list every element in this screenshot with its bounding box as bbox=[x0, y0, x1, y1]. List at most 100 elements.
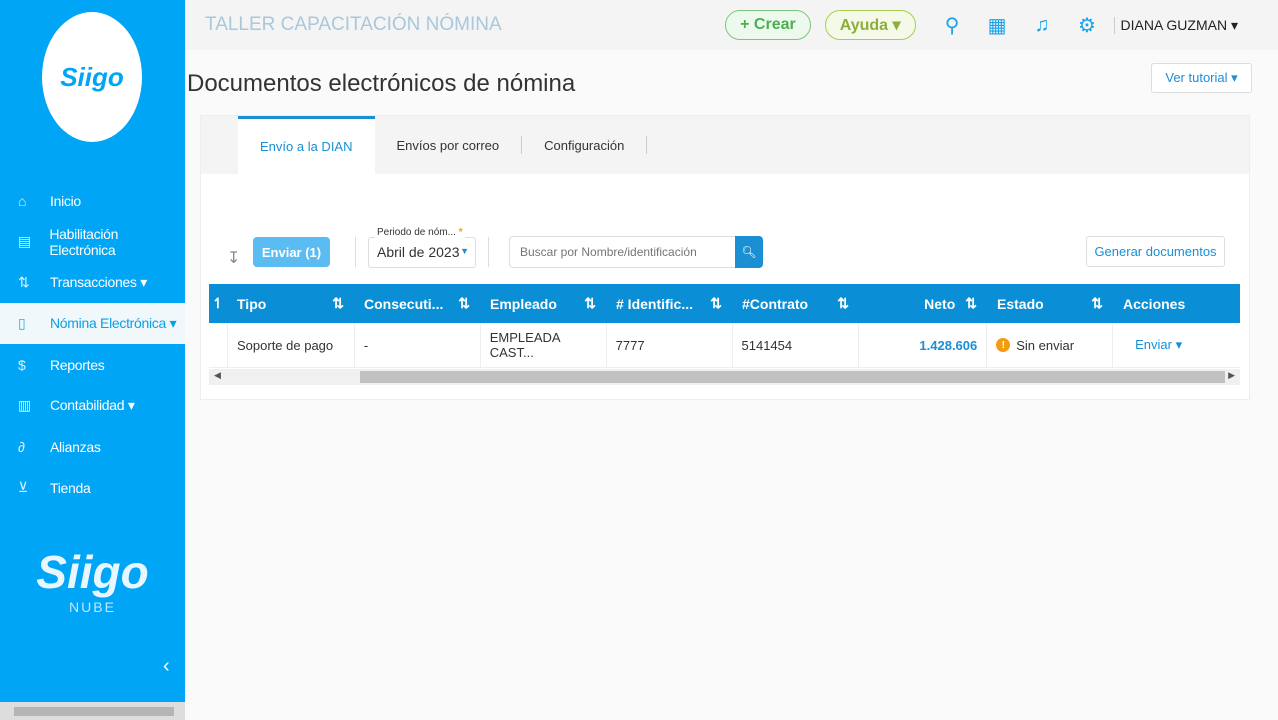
accounting-icon: ▥ bbox=[18, 397, 31, 413]
tutorial-button[interactable]: Ver tutorial ▾ bbox=[1151, 63, 1252, 93]
dollar-icon: $ bbox=[18, 356, 26, 373]
sidebar-item-contabilidad[interactable]: ▥ Contabilidad ▾ bbox=[0, 385, 185, 426]
sidebar-item-label: Tienda bbox=[50, 479, 91, 496]
search-icon[interactable]: ⚲ bbox=[930, 13, 975, 38]
send-button[interactable]: Enviar (1) bbox=[253, 237, 330, 267]
bell-icon[interactable]: ♫ bbox=[1020, 14, 1065, 37]
period-select[interactable]: Abril de 2023 ▼ bbox=[368, 237, 476, 268]
sort-icon[interactable]: ↧ bbox=[227, 248, 240, 268]
search-icon: 🔍︎ bbox=[741, 245, 757, 259]
sidebar-item-nomina[interactable]: ▯ Nómina Electrónica ▾ bbox=[0, 303, 185, 344]
period-label: Periodo de nóm... * bbox=[375, 227, 465, 238]
cell-empleado: EMPLEADA CAST... bbox=[481, 323, 607, 367]
column-neto[interactable]: Neto ⇅ bbox=[859, 284, 987, 323]
column-tipo[interactable]: Tipo ⇅ bbox=[227, 284, 354, 323]
sidebar-item-label: Inicio bbox=[50, 192, 81, 209]
help-button[interactable]: Ayuda ▾ bbox=[824, 10, 916, 40]
period-label-text: Periodo de nóm... bbox=[377, 227, 456, 238]
sort-icon[interactable]: ⇅ bbox=[584, 295, 596, 312]
warning-icon: ! bbox=[996, 338, 1011, 352]
column-empleado[interactable]: Empleado ⇅ bbox=[480, 284, 606, 323]
cell-spacer bbox=[209, 323, 228, 367]
table-header: ↿ Tipo ⇅ Consecuti... ⇅ Empleado ⇅ # Identi… bbox=[209, 284, 1240, 323]
sidebar-scrollbar[interactable] bbox=[0, 702, 185, 720]
sidebar-item-label: Contabilidad ▾ bbox=[50, 397, 135, 413]
sidebar-item-label: Habilitación Electrónica bbox=[49, 225, 119, 258]
topbar: TALLER CAPACITACIÓN NÓMINA + Crear Ayuda… bbox=[185, 0, 1278, 50]
sidebar-item-tienda[interactable]: ⊻ Tienda bbox=[0, 467, 185, 508]
status-text: Sin enviar bbox=[1016, 337, 1075, 353]
tab-divider bbox=[646, 136, 648, 154]
sort-icon[interactable]: ⇅ bbox=[332, 295, 344, 312]
siigo-logo[interactable]: Siigo bbox=[42, 12, 142, 142]
page-title: Documentos electrónicos de nómina bbox=[187, 70, 576, 97]
header-label: Acciones bbox=[1123, 295, 1186, 312]
sort-icon[interactable]: ⇅ bbox=[710, 295, 722, 312]
tab-envio-dian[interactable]: Envío a la DIAN bbox=[238, 116, 375, 174]
header-label: # Identific... bbox=[616, 295, 694, 312]
sidebar-item-label: Transacciones ▾ bbox=[50, 274, 147, 290]
create-button[interactable]: + Crear bbox=[725, 10, 811, 40]
scrollbar-thumb[interactable] bbox=[14, 707, 174, 716]
header-label: Consecuti... bbox=[364, 295, 444, 312]
sort-icon[interactable]: ⇅ bbox=[458, 295, 470, 312]
column-contrato[interactable]: #Contrato ⇅ bbox=[732, 284, 859, 323]
brand-name: Siigo bbox=[36, 546, 149, 598]
collapse-sidebar-icon[interactable]: ‹ bbox=[163, 655, 170, 678]
sidebar-item-habilitacion[interactable]: ▤ Habilitación Electrónica bbox=[0, 221, 185, 262]
sidebar-nav: ⌂ Inicio ▤ Habilitación Electrónica ⇅ Trans… bbox=[0, 180, 185, 508]
brand-sub: NUBE bbox=[69, 599, 116, 615]
divider bbox=[488, 237, 489, 267]
payroll-icon: ▯ bbox=[18, 315, 26, 331]
sort-icon[interactable]: ⇅ bbox=[965, 295, 977, 312]
cell-estado: ! Sin enviar bbox=[987, 323, 1114, 367]
logo-text: Siigo bbox=[60, 61, 124, 92]
sidebar-item-label: Reportes bbox=[50, 356, 105, 373]
column-acciones: Acciones bbox=[1113, 284, 1240, 323]
home-icon: ⌂ bbox=[18, 192, 27, 209]
sort-icon[interactable]: ⇅ bbox=[1091, 295, 1103, 312]
header-label: Tipo bbox=[237, 295, 267, 312]
header-label: #Contrato bbox=[742, 295, 809, 312]
tab-envios-correo[interactable]: Envíos por correo bbox=[375, 116, 522, 174]
horizontal-scrollbar[interactable]: ◀ ▶ bbox=[209, 369, 1240, 385]
search-input[interactable] bbox=[509, 236, 736, 268]
period-value: Abril de 2023 bbox=[377, 244, 460, 260]
calendar-icon[interactable]: ▦ bbox=[975, 13, 1020, 38]
cell-tipo: Soporte de pago bbox=[228, 323, 355, 367]
tab-configuracion[interactable]: Configuración bbox=[522, 116, 646, 174]
table-row[interactable]: Soporte de pago - EMPLEADA CAST... 7777 … bbox=[209, 323, 1240, 368]
send-action-dropdown[interactable]: Enviar ▾ bbox=[1113, 323, 1240, 367]
tabs: Envío a la DIAN Envíos por correo Config… bbox=[201, 116, 1249, 174]
brand-logo: Siigo NUBE bbox=[0, 545, 185, 615]
scrollbar-thumb[interactable] bbox=[360, 371, 1225, 383]
sidebar-item-inicio[interactable]: ⌂ Inicio bbox=[0, 180, 185, 221]
scroll-right-icon[interactable]: ▶ bbox=[1228, 370, 1235, 381]
sort-icon[interactable]: ↿ bbox=[209, 284, 227, 323]
sort-icon[interactable]: ⇅ bbox=[837, 295, 849, 312]
user-menu[interactable]: DIANA GUZMAN ▾ bbox=[1113, 16, 1238, 34]
caret-down-icon: ▼ bbox=[460, 246, 469, 256]
scroll-left-icon[interactable]: ◀ bbox=[214, 370, 221, 381]
divider bbox=[355, 237, 356, 267]
sidebar: Siigo ⌂ Inicio ▤ Habilitación Electrónica … bbox=[0, 0, 185, 720]
link-icon: ∂ bbox=[18, 438, 25, 455]
cell-consecutivo: - bbox=[355, 323, 481, 367]
cell-identificacion: 7777 bbox=[607, 323, 733, 367]
transactions-icon: ⇅ bbox=[18, 274, 30, 290]
gear-icon[interactable]: ⚙ bbox=[1065, 13, 1110, 38]
required-mark: * bbox=[458, 227, 463, 238]
header-label: Neto bbox=[924, 295, 956, 312]
column-consecutivo[interactable]: Consecuti... ⇅ bbox=[354, 284, 480, 323]
generate-documents-button[interactable]: Generar documentos bbox=[1086, 236, 1225, 267]
sidebar-item-transacciones[interactable]: ⇅ Transacciones ▾ bbox=[0, 262, 185, 303]
cell-neto[interactable]: 1.428.606 bbox=[859, 323, 988, 367]
sidebar-item-reportes[interactable]: $ Reportes bbox=[0, 344, 185, 385]
sidebar-item-label: Alianzas bbox=[50, 438, 101, 455]
column-estado[interactable]: Estado ⇅ bbox=[987, 284, 1113, 323]
cart-icon: ⊻ bbox=[18, 479, 28, 495]
column-identificacion[interactable]: # Identific... ⇅ bbox=[606, 284, 732, 323]
company-name: TALLER CAPACITACIÓN NÓMINA bbox=[205, 14, 502, 35]
search-button[interactable]: 🔍︎ bbox=[735, 236, 763, 268]
sidebar-item-alianzas[interactable]: ∂ Alianzas bbox=[0, 426, 185, 467]
